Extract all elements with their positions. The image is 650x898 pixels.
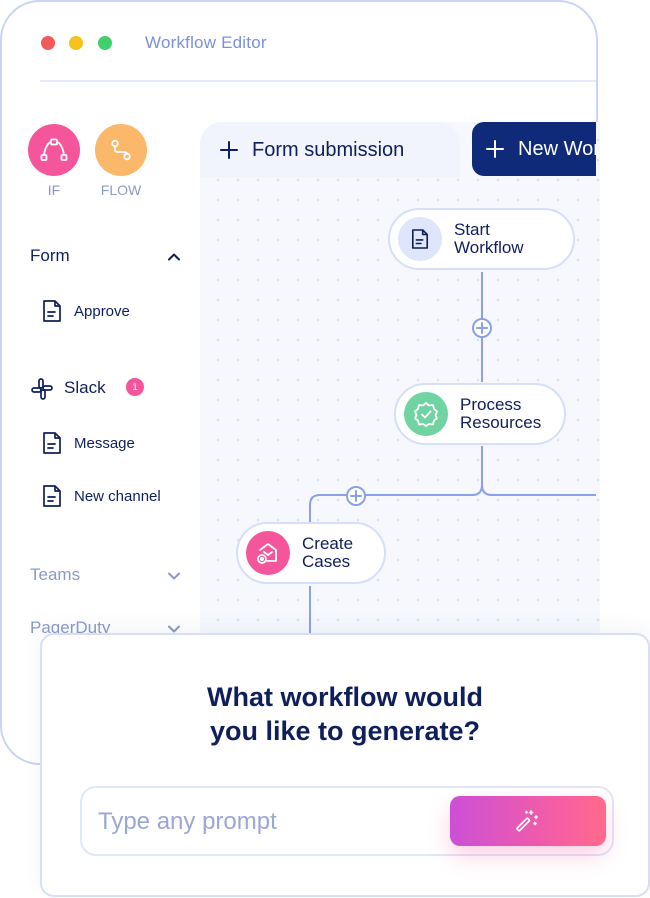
if-action-label: IF [47,182,61,198]
document-icon [43,485,61,507]
node-label: Process Resources [460,395,542,432]
node-label: Create Cases [302,534,354,571]
node-icon-bg [246,531,290,575]
sidebar-item-label: Approve [74,302,130,320]
plus-icon [350,490,362,502]
sidebar-item-message[interactable]: Message [42,429,135,457]
title-bar: Workflow Editor [2,2,596,82]
tab-form-submission[interactable]: Form submission [200,122,460,178]
new-workflow-button[interactable]: New Workflow [472,122,596,176]
notification-badge: 1 [126,378,144,396]
flow-action-label: FLOW [100,182,142,198]
tab-label: Form submission [252,138,405,161]
chevron-down-icon[interactable] [166,568,182,584]
sidebar-item-approve[interactable]: Approve [42,297,130,325]
close-window-button[interactable] [41,36,55,50]
generate-button[interactable] [450,796,606,846]
add-step-button[interactable] [346,486,366,506]
sidebar-section-form[interactable]: Form [30,246,70,266]
prompt-box [80,786,614,856]
node-icon-bg [404,392,448,436]
prompt-card: What workflow would you like to generate… [40,633,650,897]
node-start-workflow[interactable]: Start Workflow [388,208,575,270]
flow-action-button[interactable] [95,124,147,176]
magic-wand-icon [516,810,539,832]
minimize-window-button[interactable] [69,36,83,50]
node-create-cases[interactable]: Create Cases [236,522,386,584]
document-icon [43,300,61,322]
prompt-question: What workflow would you like to generate… [207,682,483,746]
window-title: Workflow Editor [145,33,267,52]
route-icon [111,139,131,161]
node-label: Start Workflow [454,220,524,257]
document-icon [43,432,61,454]
sidebar-section-slack[interactable]: Slack [64,378,106,398]
verified-badge-icon [414,402,438,427]
document-icon [411,229,429,249]
if-action-button[interactable] [28,124,80,176]
chevron-up-icon[interactable] [166,249,182,265]
sidebar-item-label: New channel [74,487,161,505]
prompt-input[interactable] [96,804,446,840]
new-workflow-label: New Workflow [518,137,596,160]
add-step-button[interactable] [472,318,492,338]
sidebar-section-teams[interactable]: Teams [30,565,80,585]
plus-icon [486,140,504,158]
case-folder-icon [257,543,277,564]
slack-icon [31,378,53,400]
node-icon-bg [398,217,442,261]
plus-icon [476,322,488,334]
maximize-window-button[interactable] [98,36,112,50]
bezier-curve-icon [40,138,68,161]
plus-icon [220,141,238,159]
sidebar-item-label: Message [74,434,135,452]
sidebar-item-new-channel[interactable]: New channel [42,482,161,510]
node-process-resources[interactable]: Process Resources [394,383,566,445]
